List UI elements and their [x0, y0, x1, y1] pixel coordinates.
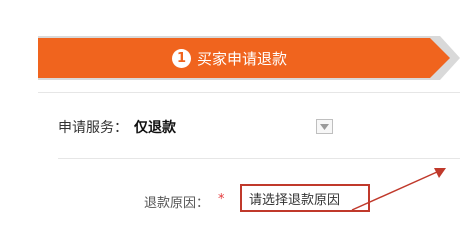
refund-reason-placeholder: 请选择退款原因	[249, 192, 341, 208]
chevron-down-icon	[320, 123, 329, 130]
middle-divider	[58, 158, 460, 159]
service-value: 仅退款	[134, 120, 176, 136]
annotation-arrow-icon	[351, 168, 446, 211]
service-row: 申请服务： 仅退款	[58, 117, 176, 137]
step-current: 1 买家申请退款	[172, 44, 287, 72]
step-number-badge: 1	[172, 48, 191, 68]
required-mark: *	[218, 192, 225, 207]
top-divider	[38, 92, 460, 93]
service-dropdown-button[interactable]	[316, 119, 333, 134]
step-label: 买家申请退款	[197, 49, 288, 68]
refund-reason-label: 退款原因：	[144, 196, 210, 211]
service-label: 申请服务：	[58, 120, 128, 136]
